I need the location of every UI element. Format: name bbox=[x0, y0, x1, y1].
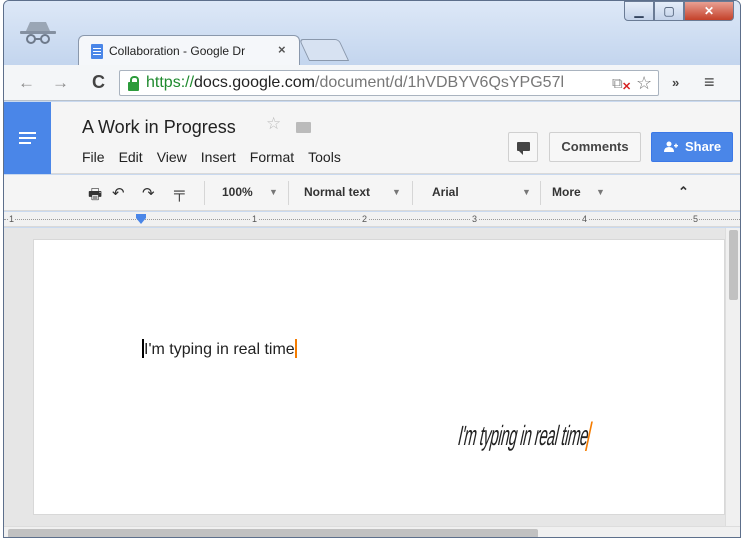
url-text: https://docs.google.com/document/d/1hVDB… bbox=[146, 74, 606, 92]
menu-view[interactable]: View bbox=[157, 149, 187, 165]
vertical-scrollbar[interactable] bbox=[725, 228, 740, 526]
animated-text: I'm typing in real time bbox=[455, 420, 592, 451]
share-label: Share bbox=[685, 139, 722, 154]
share-button[interactable]: Share bbox=[651, 132, 733, 162]
paint-format-icon[interactable]: ╤ bbox=[174, 184, 185, 201]
indent-marker-icon[interactable] bbox=[136, 214, 146, 224]
incognito-icon bbox=[20, 22, 56, 44]
close-tab-icon[interactable]: × bbox=[278, 42, 286, 57]
docs-home-icon[interactable] bbox=[4, 102, 51, 174]
ruler: 1 1 2 3 4 5 bbox=[4, 212, 740, 227]
window-controls: ▁ ▢ ✕ bbox=[624, 1, 734, 21]
zoom-select[interactable]: 100% bbox=[222, 185, 253, 199]
url-path: /document/d/1hVDBYV6QsYPG57l bbox=[315, 74, 565, 91]
more-menu[interactable]: More bbox=[552, 185, 581, 199]
scroll-thumb[interactable] bbox=[729, 230, 738, 300]
new-tab-button[interactable] bbox=[298, 39, 350, 61]
ruler-number: 1 bbox=[251, 214, 259, 224]
ruler-number: 1 bbox=[8, 214, 16, 224]
style-caret-icon[interactable]: ▼ bbox=[392, 187, 401, 197]
menu-format[interactable]: Format bbox=[250, 149, 294, 165]
menu-edit[interactable]: Edit bbox=[119, 149, 143, 165]
url-scheme: https:// bbox=[146, 74, 195, 91]
zoom-caret-icon[interactable]: ▼ bbox=[269, 187, 278, 197]
minimize-button[interactable]: ▁ bbox=[624, 1, 654, 21]
docs-menu-bar: File Edit View Insert Format Tools bbox=[82, 149, 341, 165]
browser-toolbar: ← → C https://docs.google.com/document/d… bbox=[4, 65, 740, 101]
menu-insert[interactable]: Insert bbox=[201, 149, 236, 165]
tab-title: Collaboration - Google Dr bbox=[109, 44, 246, 58]
typed-text: I'm typing in real time bbox=[144, 341, 295, 358]
back-arrow-icon[interactable]: ← bbox=[18, 73, 35, 93]
menu-file[interactable]: File bbox=[82, 149, 105, 165]
typed-text-line[interactable]: I'm typing in real time bbox=[142, 339, 297, 359]
browser-window: Collaboration - Google Dr × ▁ ▢ ✕ ← → C … bbox=[3, 0, 741, 538]
people-icon bbox=[664, 141, 678, 152]
comments-button[interactable]: Comments bbox=[549, 132, 641, 162]
lock-icon bbox=[128, 76, 139, 91]
more-caret-icon[interactable]: ▼ bbox=[596, 187, 605, 197]
collapse-toolbar-icon[interactable]: ⌃ bbox=[678, 184, 689, 200]
address-bar[interactable]: https://docs.google.com/document/d/1hVDB… bbox=[119, 70, 659, 96]
animated-typed-text: I'm typing in real time bbox=[455, 420, 593, 453]
docs-favicon-icon bbox=[91, 44, 103, 59]
maximize-button[interactable]: ▢ bbox=[654, 1, 684, 21]
print-icon[interactable]: 🖶 bbox=[88, 184, 102, 209]
document-title[interactable]: A Work in Progress bbox=[82, 117, 236, 138]
bookmark-star-icon[interactable]: ☆ bbox=[636, 73, 652, 94]
document-page[interactable]: I'm typing in real time I'm typing in re… bbox=[34, 240, 724, 514]
ruler-number: 5 bbox=[692, 214, 700, 224]
star-icon[interactable]: ☆ bbox=[266, 114, 281, 134]
undo-icon[interactable]: ↶ bbox=[112, 184, 125, 202]
document-canvas: I'm typing in real time I'm typing in re… bbox=[4, 228, 740, 537]
folder-icon[interactable] bbox=[296, 122, 311, 133]
docs-header: A Work in Progress ☆ File Edit View Inse… bbox=[4, 102, 740, 174]
blocked-x-icon: ✕ bbox=[622, 81, 632, 93]
font-select[interactable]: Arial bbox=[432, 185, 459, 199]
horizontal-scrollbar[interactable] bbox=[4, 526, 740, 537]
url-host: docs.google.com bbox=[194, 74, 315, 91]
font-caret-icon[interactable]: ▼ bbox=[522, 187, 531, 197]
ruler-number: 2 bbox=[361, 214, 369, 224]
style-select[interactable]: Normal text bbox=[304, 185, 370, 199]
chat-button[interactable] bbox=[508, 132, 538, 162]
collaborator-cursor bbox=[294, 339, 297, 358]
menu-tools[interactable]: Tools bbox=[308, 149, 341, 165]
forward-arrow-icon[interactable]: → bbox=[52, 73, 69, 93]
close-window-button[interactable]: ✕ bbox=[684, 1, 734, 21]
formatting-toolbar: 🖶 ↶ ↷ ╤ 100% ▼ Normal text ▼ Arial ▼ Mor… bbox=[4, 175, 740, 211]
ruler-number: 3 bbox=[471, 214, 479, 224]
title-bar: Collaboration - Google Dr × ▁ ▢ ✕ bbox=[4, 1, 740, 65]
browser-tab[interactable]: Collaboration - Google Dr × bbox=[78, 35, 300, 65]
reload-icon[interactable]: C bbox=[92, 72, 105, 93]
overflow-chevron-icon[interactable]: » bbox=[672, 75, 679, 90]
redo-icon[interactable]: ↷ bbox=[142, 184, 155, 202]
ruler-number: 4 bbox=[581, 214, 589, 224]
browser-menu-icon[interactable]: ≡ bbox=[704, 72, 715, 93]
scroll-thumb[interactable] bbox=[8, 529, 538, 537]
